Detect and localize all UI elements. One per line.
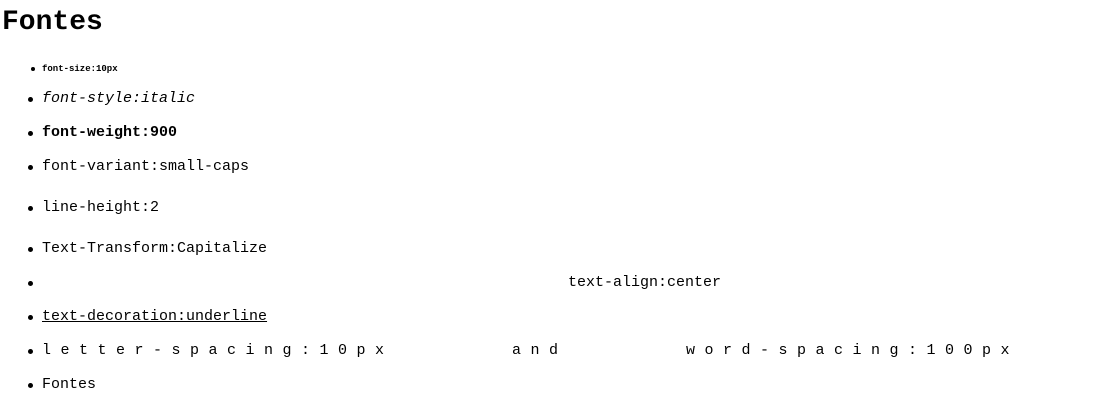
bullet-icon <box>28 97 33 102</box>
bullet-icon <box>28 131 33 136</box>
bullet-icon <box>31 67 35 71</box>
list-item-label: font-style:italic <box>42 90 196 107</box>
bullet-icon <box>28 206 33 211</box>
list-item-label: font-weight:900 <box>42 124 178 141</box>
bullet-icon <box>28 247 33 252</box>
list-item-label: line-height:2 <box>42 199 160 216</box>
bullet-icon <box>28 383 33 388</box>
bullet-icon <box>28 281 33 286</box>
list-item-label: font-variant:small-caps <box>42 158 250 175</box>
list-item-label: Text-Transform:Capitalize <box>42 240 268 257</box>
bullet-icon <box>28 349 33 354</box>
bullet-icon <box>28 165 33 170</box>
list-item-label: Fontes <box>42 376 97 393</box>
list-item-label: text-align:center <box>568 274 722 291</box>
bullet-icon <box>28 315 33 320</box>
list-item-label: font-size:10px <box>42 64 118 74</box>
page-title: Fontes <box>2 7 103 38</box>
list-item-label: text-decoration:underline <box>42 308 268 325</box>
list-item-label: letter-spacing:10px and word-spacing:100… <box>42 342 1020 359</box>
